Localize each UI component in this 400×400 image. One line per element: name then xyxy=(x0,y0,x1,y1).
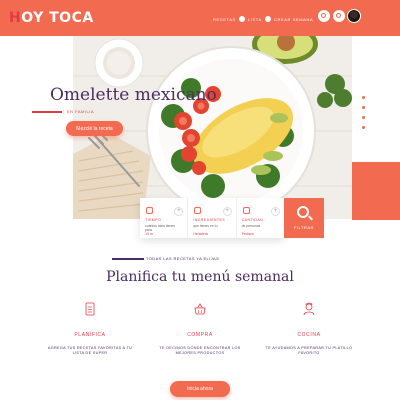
user-icon xyxy=(336,13,341,18)
filter-ingredientes[interactable]: + Ingredientes que tienes en tu Heladera xyxy=(188,198,237,238)
account-button[interactable] xyxy=(333,10,345,22)
nav-label: Lista xyxy=(248,16,262,22)
slide-dot[interactable] xyxy=(362,106,365,109)
plus-icon[interactable]: + xyxy=(270,207,280,216)
feature-title: Cocina xyxy=(297,332,321,338)
feature-desc: Te decimos dónde encontrar los mejores p… xyxy=(159,346,241,355)
hero-title: Omelette mexicano xyxy=(50,85,217,105)
filter-label: Tiempo xyxy=(145,218,162,222)
feature-title: Compra xyxy=(187,332,213,338)
filter-value: 10 m xyxy=(145,232,153,236)
feature-title: Planifica xyxy=(74,332,106,338)
filter-button-label: Filtrar xyxy=(294,225,314,230)
filter-sub: de personas xyxy=(241,224,261,228)
plus-icon[interactable]: + xyxy=(222,207,232,216)
hero-divider xyxy=(32,111,62,113)
search-icon xyxy=(297,206,309,218)
filter-sub: que tienes en tu xyxy=(193,224,218,228)
nav-item-lista[interactable]: Lista xyxy=(248,14,271,24)
feature-cocina: Cocina Te ayudamos a preparar tu platill… xyxy=(264,302,354,356)
filter-button[interactable]: Filtrar xyxy=(284,198,324,238)
feature-desc: Te ayudamos a preparar tu platillo favor… xyxy=(265,346,353,355)
avatar[interactable] xyxy=(347,9,361,23)
hero-right-panel xyxy=(352,36,400,162)
slide-dot[interactable] xyxy=(362,96,365,99)
nav-item-recetas[interactable]: Recetas xyxy=(213,14,245,24)
clock-icon xyxy=(146,207,153,214)
hero-left-panel xyxy=(0,36,73,219)
hero-cta-button[interactable]: Mezclé la receta xyxy=(66,121,123,136)
filter-label: Ingredientes xyxy=(193,218,226,222)
filter-label: Cantidad xyxy=(241,218,264,222)
filter-value: Pedazo xyxy=(241,232,254,236)
filter-value: Heladera xyxy=(193,232,208,236)
basket-icon xyxy=(193,302,207,316)
nav-label: Crear Semana xyxy=(274,16,314,22)
nav-dot-icon xyxy=(264,16,271,22)
section-divider xyxy=(112,258,144,260)
feature-desc: Agrega tus recetas favoritas a tu lista … xyxy=(47,346,133,355)
section-tag: Todas las recetas ya elijas xyxy=(146,256,220,261)
chef-icon xyxy=(302,302,316,316)
filter-tiempo[interactable]: + Tiempo cuantos mins tienes para 10 m xyxy=(140,198,189,238)
people-icon xyxy=(242,207,250,214)
plus-icon[interactable]: + xyxy=(174,207,184,216)
ingredients-icon xyxy=(194,207,202,214)
nav-label: Recetas xyxy=(213,16,236,22)
site-logo[interactable]: HOY TOCA xyxy=(9,10,94,26)
logo-rest: OY TOCA xyxy=(21,10,94,26)
slide-dot-active[interactable] xyxy=(362,126,365,129)
slider-dots[interactable] xyxy=(362,96,365,129)
hero-accent-block xyxy=(352,162,400,220)
hero-tag: En familia xyxy=(67,109,95,114)
section-title: Planifica tu menú semanal xyxy=(106,269,294,285)
search-button[interactable] xyxy=(318,10,330,22)
recipe-filter-bar: + Tiempo cuantos mins tienes para 10 m +… xyxy=(140,198,284,238)
search-icon xyxy=(321,13,326,18)
filter-cantidad[interactable]: + Cantidad de personas Pedazo xyxy=(237,198,284,238)
nav-item-crear-semana[interactable]: Crear Semana xyxy=(274,14,313,24)
start-button[interactable]: Inicia ahora xyxy=(170,381,230,397)
filter-sub: cuantos mins tienes para xyxy=(145,224,175,232)
list-icon xyxy=(83,302,97,316)
nav-dot-icon xyxy=(238,16,245,22)
feature-compra: Compra Te decimos dónde encontrar los me… xyxy=(155,302,245,356)
feature-planifica: Planifica Agrega tus recetas favoritas a… xyxy=(45,302,135,356)
slide-dot[interactable] xyxy=(362,116,365,119)
